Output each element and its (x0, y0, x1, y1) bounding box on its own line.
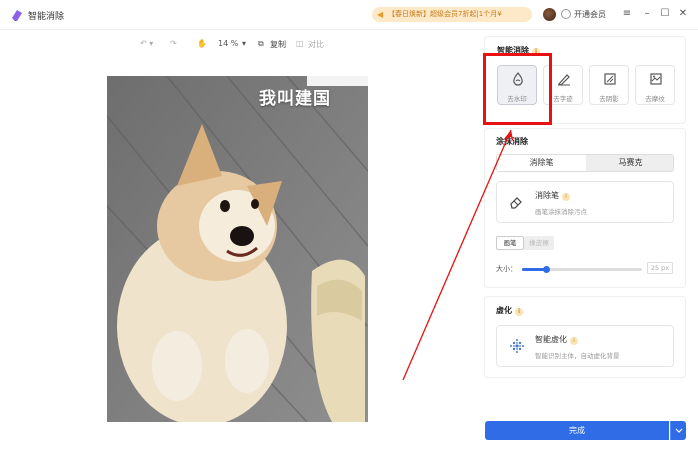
shadow-icon (604, 73, 616, 85)
dog-photo (107, 76, 368, 422)
compare-icon[interactable]: ◫ (296, 39, 304, 48)
smart-blur-card[interactable]: 智能虚化 i 智能识别主体，自动虚化背景 (496, 325, 674, 367)
size-slider-handle[interactable] (543, 266, 550, 273)
moire-icon (650, 73, 662, 85)
maximize-icon[interactable]: ☐ (658, 7, 672, 21)
hand-icon[interactable]: ✋ (197, 39, 207, 48)
eraser-description: 画笔涂抹消除污点 (535, 208, 587, 216)
tool-label: 去阴影 (599, 95, 619, 103)
blur-title: 虚化 i (496, 305, 523, 316)
annotation-highlight-box (483, 53, 552, 125)
done-dropdown-button[interactable] (670, 421, 686, 440)
info-icon[interactable]: i (570, 337, 578, 345)
vip-icon[interactable] (561, 9, 571, 19)
smear-remove-title: 涂抹消除 (496, 137, 528, 146)
chevron-down-icon (675, 428, 683, 433)
title-bar: 智能消除 ◀ 【春日焕新】超级会员7折起|1个月¥ 开通会员 ≡ – ☐ ✕ (0, 0, 698, 30)
done-button[interactable]: 完成 (485, 421, 669, 440)
tool-label: 去摩纹 (645, 95, 665, 103)
remove-shadow-button[interactable]: 去阴影 (589, 65, 629, 105)
copy-button[interactable]: 复制 (270, 39, 286, 50)
vip-button[interactable]: 开通会员 (574, 9, 606, 20)
brush-mode-button[interactable]: 画笔 (496, 236, 524, 250)
image-caption-text: 我叫建国 (259, 89, 331, 109)
size-label: 大小： (496, 265, 517, 273)
app-title: 智能消除 (28, 12, 65, 22)
size-value-input[interactable]: 25 px (647, 262, 673, 274)
info-icon[interactable]: i (515, 308, 523, 316)
eraser-mode-button[interactable]: 橡皮擦 (524, 236, 554, 250)
close-icon[interactable]: ✕ (676, 7, 690, 21)
avatar[interactable] (543, 8, 556, 21)
blur-icon (510, 339, 524, 353)
size-slider[interactable] (522, 266, 642, 273)
promo-text: 【春日焕新】超级会员7折起|1个月¥ (388, 10, 502, 18)
menu-icon[interactable]: ≡ (620, 7, 634, 21)
speaker-icon: ◀ (377, 10, 384, 19)
promo-banner[interactable]: ◀ 【春日焕新】超级会员7折起|1个月¥ (372, 7, 532, 22)
info-icon[interactable]: i (562, 193, 570, 201)
remove-moire-button[interactable]: 去摩纹 (635, 65, 675, 105)
handwriting-icon (558, 74, 570, 86)
eraser-icon (510, 197, 522, 209)
smart-blur-title: 智能虚化 i (535, 334, 578, 345)
minimize-icon[interactable]: – (640, 7, 654, 21)
undo-icon[interactable]: ↶ ▾ (140, 39, 153, 48)
eraser-brush-card[interactable]: 消除笔 i 画笔涂抹消除污点 (496, 181, 674, 223)
zoom-value[interactable]: 14 % (218, 39, 238, 48)
smear-mode-tabs: 消除笔 马赛克 (496, 154, 674, 172)
redo-icon[interactable]: ↷ (170, 39, 177, 48)
tab-mosaic[interactable]: 马赛克 (586, 155, 673, 171)
zoom-dropdown-icon[interactable]: ▾ (242, 39, 246, 48)
compare-button[interactable]: 对比 (308, 39, 324, 50)
eraser-title: 消除笔 i (535, 190, 570, 201)
tab-eraser-brush[interactable]: 消除笔 (497, 155, 586, 171)
copy-icon[interactable]: ⧉ (258, 39, 264, 49)
canvas-image[interactable]: 我叫建国 (107, 76, 368, 422)
smart-blur-description: 智能识别主体，自动虚化背景 (535, 352, 620, 360)
app-logo-icon (12, 10, 22, 21)
